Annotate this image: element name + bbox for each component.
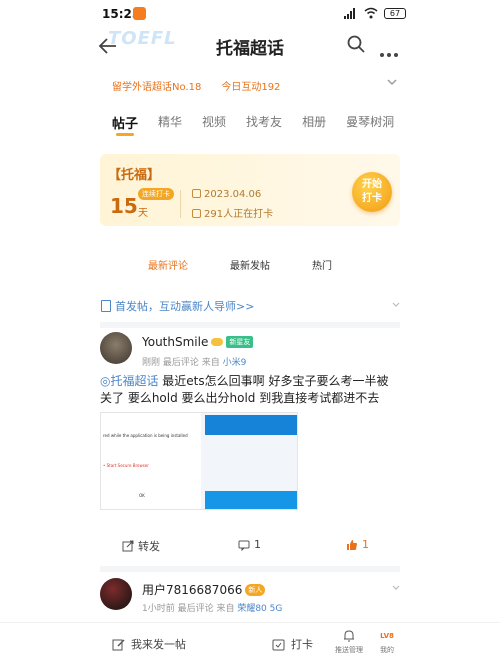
notification-settings-button[interactable]: 推送管理 — [334, 629, 364, 655]
tab-posts[interactable]: 帖子 — [112, 113, 138, 132]
share-button[interactable]: 转发 — [122, 538, 160, 554]
streak-days: 15 — [110, 194, 138, 218]
sort-hot[interactable]: 热门 — [312, 257, 332, 272]
page-title: 托福超话 — [216, 39, 284, 59]
chevron-down-icon[interactable] — [386, 76, 398, 88]
active-tab-indicator — [116, 133, 134, 136]
document-icon — [101, 300, 111, 312]
device-label: 荣耀80 5G — [237, 604, 283, 614]
avatar[interactable] — [100, 332, 132, 364]
chevron-down-icon[interactable] — [392, 300, 400, 308]
more-options-icon[interactable] — [380, 42, 402, 57]
checkin-card: 【托福】 连续打卡 15 天 2023.04.06 291人正在打卡 开始 打卡 — [100, 154, 400, 226]
share-icon — [122, 540, 134, 552]
post-body[interactable]: ◎托福超话 最近ets怎么回事啊 好多宝子要么考一半被关了 要么hold 要么出… — [100, 373, 400, 407]
avatar[interactable] — [100, 578, 132, 610]
comment-icon — [238, 540, 250, 551]
topic-link[interactable]: ◎托福超话 — [100, 374, 158, 388]
wifi-icon — [364, 7, 378, 19]
post-meta: 刚刚 最后评论 来自 小米9 — [142, 358, 247, 368]
bottom-bar: 我来发一帖 打卡 推送管理 LV8 我的 — [0, 622, 500, 658]
bell-icon — [344, 630, 354, 642]
streak-days-unit: 天 — [138, 208, 148, 219]
status-icons: 67 — [344, 7, 406, 19]
content-tabs: 帖子 精华 视频 找考友 相册 曼琴树洞 — [112, 113, 414, 132]
image-bar — [205, 491, 297, 509]
section-divider — [100, 566, 400, 572]
today-interactions: 今日互动192 — [221, 82, 281, 93]
section-divider — [100, 322, 400, 328]
user-badge: 新星友 — [226, 336, 254, 348]
post-author[interactable]: 用户7816687066 新人 — [142, 581, 266, 598]
topic-stats: 留学外语超话No.18 今日互动192 — [112, 78, 280, 93]
people-icon — [192, 209, 201, 218]
edit-icon — [112, 639, 125, 650]
vip-icon — [211, 338, 224, 346]
image-text: OK — [139, 493, 145, 498]
checkin-tag: 【托福】 — [108, 168, 161, 183]
battery-icon: 67 — [384, 7, 406, 19]
start-checkin-button[interactable]: 开始 打卡 — [352, 172, 392, 212]
level-icon: LV8 — [380, 632, 394, 640]
comment-button[interactable]: 1 — [238, 538, 261, 551]
tab-featured[interactable]: 精华 — [158, 113, 182, 132]
topic-rank: 留学外语超话No.18 — [112, 82, 202, 93]
tab-video[interactable]: 视频 — [202, 113, 226, 132]
checkin-date: 2023.04.06 — [192, 189, 261, 200]
image-bar — [205, 415, 297, 435]
checkin-button[interactable]: 打卡 — [272, 636, 313, 652]
user-badge: 新人 — [245, 583, 266, 596]
image-text: • Start Secure Browser — [103, 463, 149, 468]
post-author[interactable]: YouthSmile 新星友 — [142, 335, 254, 349]
top-nav: TOEFL 托福超话 — [0, 28, 500, 64]
sort-latest-post[interactable]: 最新发帖 — [230, 257, 270, 272]
sort-latest-comment[interactable]: 最新评论 — [148, 257, 188, 272]
newbie-intro-link[interactable]: 首发帖，互动赢新人导师>> — [101, 298, 254, 314]
image-text: red while the application is being insta… — [103, 433, 188, 438]
status-bar: 15:25 67 — [0, 0, 500, 28]
tab-album[interactable]: 相册 — [302, 113, 326, 132]
like-button[interactable]: 1 — [346, 538, 369, 551]
calendar-icon — [192, 189, 201, 198]
signal-icon — [344, 7, 358, 19]
checkin-count: 291人正在打卡 — [192, 205, 273, 220]
search-icon[interactable] — [346, 34, 366, 54]
streak-badge: 连续打卡 — [138, 188, 174, 200]
sort-options: 最新评论 最新发帖 热门 — [148, 257, 374, 272]
device-label: 小米9 — [222, 358, 247, 368]
my-profile-button[interactable]: LV8 我的 — [376, 629, 398, 655]
thumbs-up-icon — [347, 539, 357, 550]
tab-find-partner[interactable]: 找考友 — [246, 113, 282, 132]
calendar-check-icon — [272, 639, 285, 650]
post-meta: 1小时前 最后评论 来自 荣耀80 5G — [142, 604, 283, 614]
compose-post-button[interactable]: 我来发一帖 — [112, 636, 186, 652]
chevron-down-icon[interactable] — [392, 583, 400, 591]
app-notification-icon — [133, 7, 146, 20]
divider — [180, 190, 181, 218]
image-left-panel — [101, 413, 201, 509]
post-image[interactable]: red while the application is being insta… — [100, 412, 298, 510]
tab-treehole[interactable]: 曼琴树洞 — [346, 113, 394, 132]
